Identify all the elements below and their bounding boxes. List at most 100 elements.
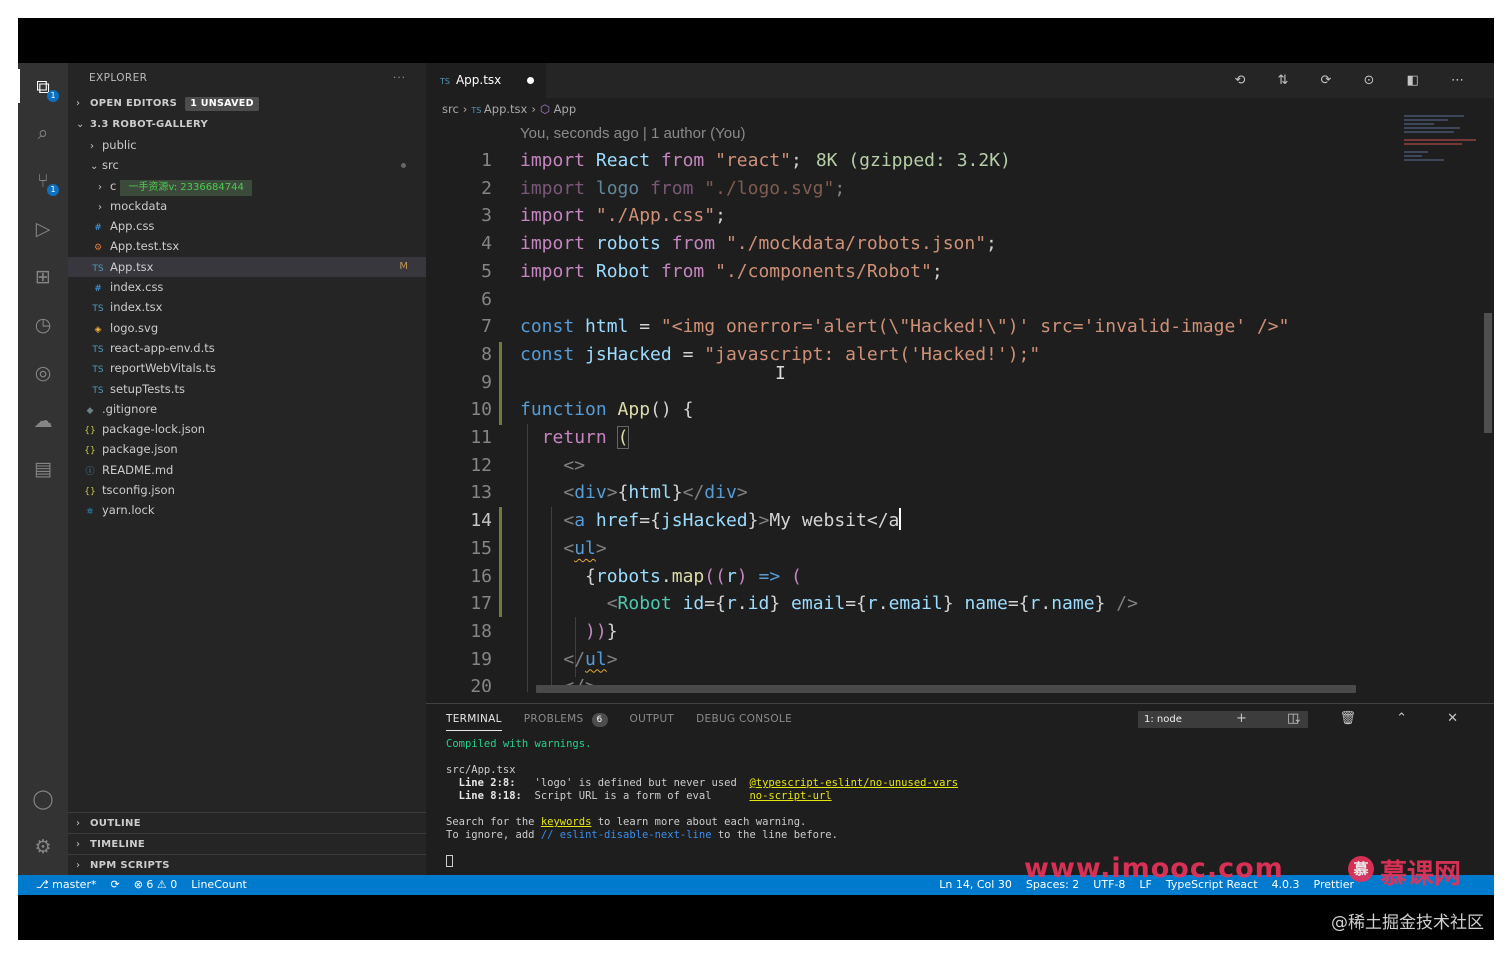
explorer-header: EXPLORER ··· [68,63,426,93]
status-left: ⎇ master* ⟳ ⊗ 6 ⚠ 0 LineCount [36,875,261,895]
code-editor[interactable]: 1 import React from "react"; 8K (gzipped: … [426,147,1494,692]
terminal-line: to the line before. [711,829,838,841]
line-number: 16 [470,565,492,587]
sync-icon[interactable]: ⟳ [110,878,119,891]
tab-debug-console[interactable]: DEBUG CONSOLE [696,704,792,734]
npm-scripts-section[interactable]: › NPM SCRIPTS [68,854,426,875]
tab-output[interactable]: OUTPUT [630,704,675,734]
yarn-file-icon: ⛯ [86,507,94,518]
open-editors-section[interactable]: › OPEN EDITORS 1 UNSAVED [68,93,426,114]
breadcrumb-file[interactable]: App.tsx [484,102,527,116]
account-icon[interactable]: ◯ [31,787,55,811]
git-branch[interactable]: ⎇ master* [36,878,96,891]
settings-gear-icon[interactable]: ⚙ [31,835,55,859]
tree-folder-mockdata[interactable]: › mockdata [68,196,426,216]
panel-actions[interactable]: + ◫ 🗑 ⌃ ✕ [1236,704,1476,734]
remote-icon[interactable]: ◎ [31,361,55,385]
editor-actions[interactable]: ⟲ ⇅ ⟳ ⊙ ◧ ⋯ [1234,63,1478,98]
prettier-status[interactable]: Prettier [1314,878,1354,891]
terminal-select-value: 1: node [1144,714,1182,725]
chevron-right-icon: › [98,181,102,193]
terminal-link[interactable]: keywords [541,816,592,828]
tab-problems[interactable]: PROBLEMS 6 [524,704,608,734]
bottom-panel: TERMINAL PROBLEMS 6 OUTPUT DEBUG CONSOLE 1: … [426,703,1494,875]
code-text: import logo from "./logo.svg"; [520,177,846,199]
tab-terminal[interactable]: TERMINAL [446,704,502,734]
ibeam-cursor-icon: I [775,363,786,384]
timeline-icon[interactable]: ◷ [31,313,55,337]
tree-file-index-css[interactable]: # index.css [68,277,426,297]
cursor-position[interactable]: Ln 14, Col 30 [939,878,1012,891]
minimap[interactable] [1404,113,1480,233]
line-number: 18 [470,620,492,642]
codelens-blame[interactable]: You, seconds ago | 1 author (You) [520,125,745,142]
explorer-title: EXPLORER [89,72,148,84]
tab-problems-label: PROBLEMS [523,713,584,725]
tree-file-setup-tests[interactable]: TS setupTests.ts [68,379,426,399]
vertical-scrollbar[interactable] [1482,123,1494,683]
tree-file-package-lock[interactable]: {} package-lock.json [68,419,426,439]
info-file-icon: ⓘ [85,466,95,477]
code-text: <div>{html}</div> [563,482,748,504]
horizontal-scrollbar[interactable] [536,685,1356,693]
unsaved-dot-icon[interactable] [527,77,534,84]
outline-section[interactable]: › OUTLINE [68,812,426,833]
tree-label: yarn.lock [102,503,155,518]
timeline-section[interactable]: › TIMELINE [68,833,426,854]
tree-file-yarn-lock[interactable]: ⛯ yarn.lock [68,500,426,520]
tree-file-readme[interactable]: ⓘ README.md [68,460,426,480]
search-icon[interactable]: ⌕ [31,121,55,145]
vscode-window: ⧉ 1 ⌕ ⑂ 1 ▷ ⊞ ◷ ◎ ☁ ▤ ◯ ⚙ EXPLORER ··· › OP… [18,63,1494,895]
ts-file-icon: TS [92,365,104,376]
tab-app-tsx[interactable]: TS App.tsx [426,63,546,98]
tree-file-react-app-env[interactable]: TS react-app-env.d.ts [68,338,426,358]
terminal-output[interactable]: Compiled with warnings. src/App.tsx Line… [446,738,958,869]
linecount-status[interactable]: LineCount [191,878,247,891]
tree-folder-src[interactable]: ⌄ src [68,155,426,175]
breadcrumb-src[interactable]: src [442,102,459,116]
tree-folder-public[interactable]: › public [68,135,426,155]
tree-label: package-lock.json [102,422,206,437]
code-line: 6 [426,286,1494,314]
tree-label: reportWebVitals.ts [110,361,216,376]
ts-file-icon: TS [92,385,104,396]
extensions-icon[interactable]: ⊞ [31,265,55,289]
minimap-line [1404,151,1428,153]
outline-label: OUTLINE [90,818,141,829]
tree-file-app-css[interactable]: # App.css [68,216,426,236]
sidebar-bottom-sections: › OUTLINE › TIMELINE › NPM SCRIPTS [68,812,426,875]
run-debug-icon[interactable]: ▷ [31,217,55,241]
tree-file-tsconfig[interactable]: {} tsconfig.json [68,480,426,500]
more-actions-icon[interactable]: ··· [393,63,406,93]
problems-status[interactable]: ⊗ 6 ⚠ 0 [134,878,178,891]
tree-folder-components[interactable]: › c 一手资源v: 2336684744 [68,176,426,196]
terminal-link[interactable]: no-script-url [749,790,831,802]
source-control-icon[interactable]: ⑂ 1 [31,169,59,196]
docker-icon[interactable]: ☁ [31,409,55,433]
scrollbar-thumb[interactable] [1484,313,1492,433]
breadcrumb-separator: › [462,102,468,116]
terminal-link[interactable]: @typescript-eslint/no-unused-vars [749,777,958,789]
open-editors-label: OPEN EDITORS [90,98,178,109]
code-line: 3 import "./App.css"; [426,202,1494,230]
terminal-line: Line 8:18: [446,790,529,802]
breadcrumb-symbol[interactable]: App [554,102,576,116]
tree-file-app-test[interactable]: ⚙ App.test.tsx [68,236,426,256]
project-section[interactable]: ⌄ 3.3 ROBOT-GALLERY [68,114,426,135]
tree-label: index.css [110,280,164,295]
tree-file-app-tsx[interactable]: TS App.tsx M [68,256,426,278]
line-number: 11 [470,427,492,448]
json-file-icon: {} [84,426,96,437]
tree-file-package-json[interactable]: {} package.json [68,439,426,459]
tree-file-report-web-vitals[interactable]: TS reportWebVitals.ts [68,358,426,378]
tree-file-index-tsx[interactable]: TS index.tsx [68,297,426,317]
minimap-line [1404,159,1444,161]
tree-file-gitignore[interactable]: ◆ .gitignore [68,399,426,419]
juejin-watermark: @稀土掘金技术社区 [1331,913,1484,933]
terminal-line: // eslint-disable-next-line [540,829,712,841]
explorer-icon[interactable]: ⧉ 1 [31,75,59,102]
notebook-icon[interactable]: ▤ [31,457,55,481]
tree-file-logo-svg[interactable]: ◈ logo.svg [68,318,426,338]
code-text: const html = "<img onerror='alert(\"Hack… [520,316,1290,338]
code-line: 13 <div>{html}</div> [426,479,1494,507]
